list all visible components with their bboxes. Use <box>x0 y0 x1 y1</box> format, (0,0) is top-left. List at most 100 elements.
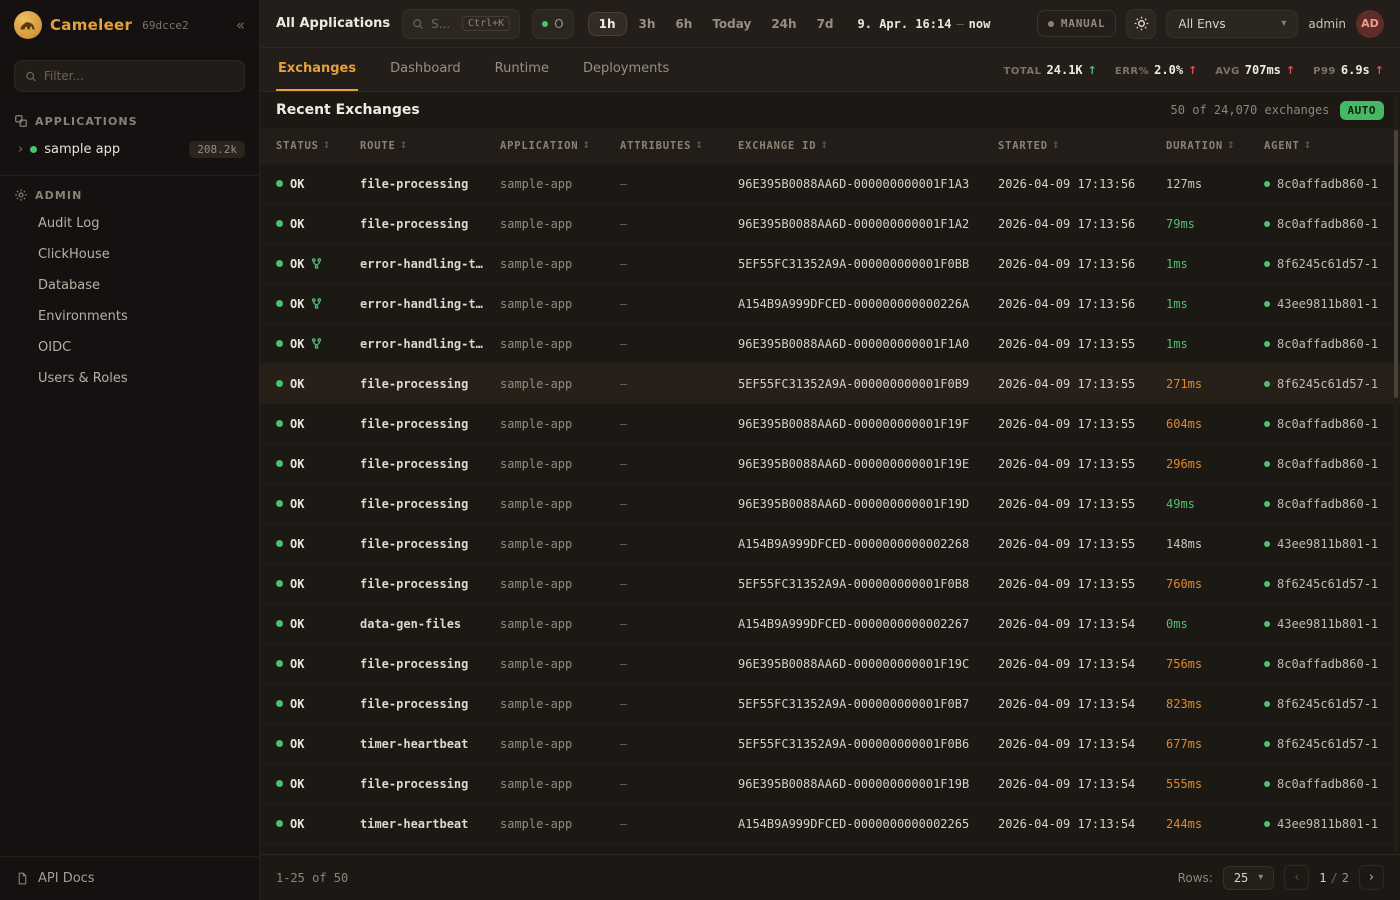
filter-input[interactable] <box>44 69 234 83</box>
status-cell: OK <box>276 697 360 711</box>
column-header-application[interactable]: APPLICATION↕ <box>500 140 620 152</box>
sort-icon: ↕ <box>1304 141 1312 151</box>
date-range-display[interactable]: 9. Apr. 16:14—now <box>858 17 991 31</box>
live-dot <box>542 21 548 27</box>
table-row[interactable]: OK timer-heartbeat sample-app — A154B9A9… <box>260 804 1400 844</box>
route-cell: file-processing <box>360 217 500 231</box>
table-row[interactable]: OK error-handling-test sample-app — A154… <box>260 284 1400 324</box>
route-cell: file-processing <box>360 377 500 391</box>
started-cell: 2026-04-09 17:13:54 <box>998 697 1166 711</box>
tab-exchanges[interactable]: Exchanges <box>276 48 358 91</box>
trend-up-icon: ↑ <box>1188 64 1197 77</box>
application-cell: sample-app <box>500 337 620 351</box>
table-row[interactable]: OK timer-heartbeat sample-app — 5EF55FC3… <box>260 724 1400 764</box>
trend-up-icon: ↑ <box>1286 64 1295 77</box>
agent-cell: 8f6245c61d57-1 <box>1264 577 1400 591</box>
sidebar-item-database[interactable]: Database <box>0 270 259 301</box>
next-page-button[interactable]: › <box>1359 865 1384 890</box>
status-label: OK <box>290 457 304 471</box>
table-row[interactable]: OK error-handling-test sample-app — 96E3… <box>260 324 1400 364</box>
time-range-6h[interactable]: 6h <box>667 12 700 36</box>
status-cell: OK <box>276 377 360 391</box>
time-range-7d[interactable]: 7d <box>809 12 842 36</box>
user-avatar[interactable]: AD <box>1356 10 1384 38</box>
sidebar-item-oidc[interactable]: OIDC <box>0 332 259 363</box>
column-header-started[interactable]: STARTED↕ <box>998 140 1166 152</box>
table-row[interactable]: OK file-processing sample-app — 96E395B0… <box>260 404 1400 444</box>
application-cell: sample-app <box>500 257 620 271</box>
duration-cell: 296ms <box>1166 457 1264 471</box>
table-row[interactable]: OK file-processing sample-app — 96E395B0… <box>260 484 1400 524</box>
sidebar-item-users-roles[interactable]: Users & Roles <box>0 363 259 394</box>
duration-cell: 1ms <box>1166 297 1264 311</box>
rows-per-page-select[interactable]: 25 ▾ <box>1223 866 1274 890</box>
agent-dot <box>1264 181 1270 187</box>
tab-deployments[interactable]: Deployments <box>581 48 671 91</box>
table-row[interactable]: OK file-processing sample-app — 96E395B0… <box>260 444 1400 484</box>
status-cell: OK <box>276 297 360 311</box>
stat-total: TOTAL 24.1K ↑ <box>1004 63 1097 77</box>
table-row[interactable]: OK file-processing sample-app — 96E395B0… <box>260 164 1400 204</box>
column-header-status[interactable]: STATUS↕ <box>276 140 360 152</box>
table-row[interactable]: OK data-gen-files sample-app — A154B9A99… <box>260 604 1400 644</box>
time-range-24h[interactable]: 24h <box>763 12 804 36</box>
table-row[interactable]: OK file-processing sample-app — 5EF55FC3… <box>260 364 1400 404</box>
column-header-exchange-id[interactable]: EXCHANGE ID↕ <box>738 140 998 152</box>
table-row[interactable]: OK file-processing sample-app — 96E395B0… <box>260 644 1400 684</box>
agent-dot <box>1264 621 1270 627</box>
scrollbar-track[interactable] <box>1394 94 1398 852</box>
column-header-route[interactable]: ROUTE↕ <box>360 140 500 152</box>
route-cell: file-processing <box>360 657 500 671</box>
application-cell: sample-app <box>500 497 620 511</box>
auto-refresh-badge[interactable]: AUTO <box>1340 101 1385 120</box>
table-row[interactable]: OK file-processing sample-app — 5EF55FC3… <box>260 684 1400 724</box>
exchange-id-cell: 96E395B0088AA6D-000000000001F19E <box>738 457 998 471</box>
time-range-1h[interactable]: 1h <box>588 12 627 36</box>
route-cell: file-processing <box>360 577 500 591</box>
started-cell: 2026-04-09 17:13:56 <box>998 257 1166 271</box>
application-cell: sample-app <box>500 417 620 431</box>
time-range-today[interactable]: Today <box>704 12 759 36</box>
page-title: Recent Exchanges <box>276 102 420 118</box>
agent-label: 8c0affadb860-1 <box>1277 497 1378 511</box>
filter-input-wrapper[interactable] <box>14 60 245 92</box>
column-header-attributes[interactable]: ATTRIBUTES↕ <box>620 140 738 152</box>
sidebar-item-sample-app[interactable]: › sample app 208.2k <box>0 134 259 165</box>
column-header-agent[interactable]: AGENT↕ <box>1264 140 1400 152</box>
status-label: OK <box>290 417 304 431</box>
scope-selector[interactable]: All Applications <box>276 16 390 31</box>
table-row[interactable]: OK file-processing sample-app — 5EF55FC3… <box>260 564 1400 604</box>
agent-label: 43ee9811b801-1 <box>1277 817 1378 831</box>
agent-cell: 8c0affadb860-1 <box>1264 217 1400 231</box>
scrollbar-thumb[interactable] <box>1394 130 1398 398</box>
attributes-cell: — <box>620 457 738 471</box>
stat-err-label: ERR% <box>1115 66 1149 77</box>
chevron-right-icon[interactable]: › <box>18 142 23 157</box>
agent-label: 8f6245c61d57-1 <box>1277 377 1378 391</box>
table-row[interactable]: OK file-processing sample-app — 96E395B0… <box>260 764 1400 804</box>
table-row[interactable]: OK file-processing sample-app — 96E395B0… <box>260 204 1400 244</box>
status-cell: OK <box>276 177 360 191</box>
attributes-cell: — <box>620 177 738 191</box>
collapse-sidebar-button[interactable]: « <box>236 18 245 33</box>
tab-dashboard[interactable]: Dashboard <box>388 48 463 91</box>
time-range-3h[interactable]: 3h <box>631 12 664 36</box>
tab-runtime[interactable]: Runtime <box>493 48 551 91</box>
live-toggle[interactable]: O <box>532 9 573 39</box>
table-row[interactable]: OK error-handling-test sample-app — 5EF5… <box>260 244 1400 284</box>
sidebar-item-audit-log[interactable]: Audit Log <box>0 208 259 239</box>
agent-cell: 43ee9811b801-1 <box>1264 817 1400 831</box>
manual-refresh-button[interactable]: MANUAL <box>1037 10 1117 37</box>
table-row[interactable]: OK file-processing sample-app — A154B9A9… <box>260 524 1400 564</box>
sidebar-item-environments[interactable]: Environments <box>0 301 259 332</box>
sidebar-header: Cameleer 69dcce2 « <box>0 0 259 50</box>
previous-page-button[interactable]: ‹ <box>1284 865 1309 890</box>
sidebar-item-clickhouse[interactable]: ClickHouse <box>0 239 259 270</box>
global-search-input[interactable]: S... Ctrl+K <box>402 9 520 39</box>
agent-cell: 43ee9811b801-1 <box>1264 617 1400 631</box>
environment-select[interactable]: All Envs ▾ <box>1166 10 1298 38</box>
agent-dot <box>1264 421 1270 427</box>
api-docs-link[interactable]: API Docs <box>0 856 259 900</box>
column-header-duration[interactable]: DURATION↕ <box>1166 140 1264 152</box>
theme-toggle-button[interactable] <box>1126 9 1156 39</box>
